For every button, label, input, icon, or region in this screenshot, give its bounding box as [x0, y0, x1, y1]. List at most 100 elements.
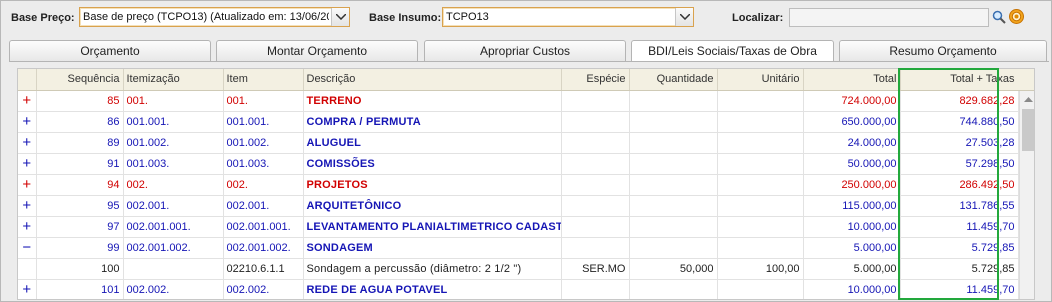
cell-especie: [561, 132, 630, 154]
cell-descricao: TERRENO: [303, 90, 562, 112]
table-row[interactable]: +86 001.001. 001.001. COMPRA / PERMUTA 650.0…: [18, 111, 1019, 133]
base-insumo-dropdown-button[interactable]: [675, 8, 693, 26]
cell-item: 001.001.: [223, 111, 304, 133]
cell-itemizacao: 002.001.002.: [123, 237, 224, 259]
header-especie[interactable]: Espécie: [561, 69, 630, 91]
chevron-down-icon: [336, 14, 346, 20]
cell-total: 10.000,00: [803, 216, 901, 238]
tab-resumo-orcamento[interactable]: Resumo Orçamento: [839, 40, 1047, 61]
cell-especie: [561, 174, 630, 196]
cell-sequencia: 94: [36, 174, 124, 196]
expand-icon[interactable]: +: [18, 216, 37, 238]
cell-quantidade: [629, 279, 718, 299]
expand-icon[interactable]: +: [18, 111, 37, 133]
cell-especie: [561, 195, 630, 217]
cell-unitario: [717, 132, 804, 154]
cell-total-taxas: 744.880,50: [900, 111, 1019, 133]
cell-itemizacao: 002.001.001.: [123, 216, 224, 238]
base-preco-value: Base de preço (TCPO13) (Atualizado em: 1…: [83, 11, 329, 23]
cell-total-taxas: 27.503,28: [900, 132, 1019, 154]
tab-bar: Orçamento Montar Orçamento Apropriar Cus…: [9, 40, 1049, 62]
expand-icon[interactable]: +: [18, 90, 37, 112]
expand-icon[interactable]: +: [18, 195, 37, 217]
cell-itemizacao: 002.002.: [123, 279, 224, 299]
expand-icon[interactable]: +: [18, 132, 37, 154]
expand-icon[interactable]: +: [18, 279, 37, 299]
magnifier-icon[interactable]: [992, 10, 1006, 24]
localizar-input[interactable]: [789, 8, 989, 27]
cell-sequencia: 95: [36, 195, 124, 217]
scrollbar-thumb[interactable]: [1022, 109, 1034, 151]
tab-orcamento[interactable]: Orçamento: [9, 40, 211, 61]
table-row[interactable]: +95 002.001. 002.001. ARQUITETÔNICO 115.000,…: [18, 195, 1019, 217]
cell-sequencia: 89: [36, 132, 124, 154]
table-row[interactable]: 100 02210.6.1.1 Sondagem a percussão (diâm…: [18, 258, 1019, 280]
cell-total: 50.000,00: [803, 153, 901, 175]
cell-total: 5.000,00: [803, 258, 901, 280]
scroll-up-arrow-icon[interactable]: [1024, 96, 1033, 102]
settings-gear-icon[interactable]: [1008, 8, 1025, 25]
tab-montar-orcamento[interactable]: Montar Orçamento: [216, 40, 418, 61]
cell-sequencia: 86: [36, 111, 124, 133]
base-insumo-select[interactable]: TCPO13: [442, 7, 694, 27]
cell-descricao: COMISSÕES: [303, 153, 562, 175]
tab-bdi-leis-sociais[interactable]: BDI/Leis Sociais/Taxas de Obra: [631, 40, 834, 62]
budget-table: Sequência Itemização Item Descrição Espé…: [18, 69, 1019, 299]
vertical-scrollbar[interactable]: [1019, 91, 1034, 299]
table-row[interactable]: +89 001.002. 001.002. ALUGUEL 24.000,00 27.50…: [18, 132, 1019, 154]
localizar-label: Localizar:: [732, 12, 784, 24]
cell-quantidade: [629, 216, 718, 238]
cell-total-taxas: 11.459,70: [900, 279, 1019, 299]
table-row[interactable]: −99 002.001.002. 002.001.002. SONDAGEM 5.000…: [18, 237, 1019, 259]
cell-item: 002.001.: [223, 195, 304, 217]
cell-quantidade: [629, 174, 718, 196]
table-row[interactable]: +91 001.003. 001.003. COMISSÕES 50.000,00 57.…: [18, 153, 1019, 175]
expand-icon[interactable]: +: [18, 174, 37, 196]
cell-quantidade: [629, 90, 718, 112]
header-expand: [18, 69, 37, 91]
base-insumo-value: TCPO13: [446, 11, 489, 23]
cell-item: 001.002.: [223, 132, 304, 154]
header-itemizacao[interactable]: Itemização: [123, 69, 224, 91]
base-preco-select[interactable]: Base de preço (TCPO13) (Atualizado em: 1…: [79, 7, 350, 27]
cell-descricao: LEVANTAMENTO PLANIALTIMETRICO CADASTRAL: [303, 216, 562, 238]
cell-descricao: Sondagem a percussão (diâmetro: 2 1/2 "): [303, 258, 562, 280]
cell-total: 10.000,00: [803, 279, 901, 299]
collapse-icon[interactable]: −: [18, 237, 37, 259]
budget-grid: Sequência Itemização Item Descrição Espé…: [17, 68, 1035, 300]
app-window: Base Preço: Base de preço (TCPO13) (Atua…: [0, 0, 1052, 302]
cell-especie: [561, 90, 630, 112]
cell-item: 002.001.002.: [223, 237, 304, 259]
cell-item: 002.002.: [223, 279, 304, 299]
header-item[interactable]: Item: [223, 69, 304, 91]
tab-divider: [9, 61, 1049, 62]
cell-descricao: REDE DE AGUA POTAVEL: [303, 279, 562, 299]
table-row[interactable]: +85 001. 001. TERRENO 724.000,00 829.682,28: [18, 90, 1019, 112]
table-row[interactable]: +101 002.002. 002.002. REDE DE AGUA POTAVEL…: [18, 279, 1019, 299]
cell-itemizacao: 002.001.: [123, 195, 224, 217]
header-sequencia[interactable]: Sequência: [36, 69, 124, 91]
cell-quantidade: [629, 132, 718, 154]
header-unitario[interactable]: Unitário: [717, 69, 804, 91]
cell-item: 02210.6.1.1: [223, 258, 304, 280]
header-quantidade[interactable]: Quantidade: [629, 69, 718, 91]
cell-total-taxas: 131.786,55: [900, 195, 1019, 217]
table-row[interactable]: +94 002. 002. PROJETOS 250.000,00 286.492,50: [18, 174, 1019, 196]
cell-total-taxas: 57.298,50: [900, 153, 1019, 175]
tab-apropriar-custos[interactable]: Apropriar Custos: [424, 40, 626, 61]
header-total[interactable]: Total: [803, 69, 901, 91]
cell-itemizacao: 001.: [123, 90, 224, 112]
header-total-taxas[interactable]: Total + Taxas: [900, 69, 1019, 91]
cell-total-taxas: 829.682,28: [900, 90, 1019, 112]
expand-icon[interactable]: +: [18, 153, 37, 175]
cell-itemizacao: 001.003.: [123, 153, 224, 175]
header-descricao[interactable]: Descrição: [303, 69, 562, 91]
cell-total-taxas: 11.459,70: [900, 216, 1019, 238]
cell-especie: SER.MO: [561, 258, 630, 280]
cell-descricao: COMPRA / PERMUTA: [303, 111, 562, 133]
base-preco-dropdown-button[interactable]: [331, 8, 349, 26]
expand-placeholder: [18, 258, 37, 280]
cell-descricao: PROJETOS: [303, 174, 562, 196]
table-row[interactable]: +97 002.001.001. 002.001.001. LEVANTAMENTO …: [18, 216, 1019, 238]
cell-total: 724.000,00: [803, 90, 901, 112]
